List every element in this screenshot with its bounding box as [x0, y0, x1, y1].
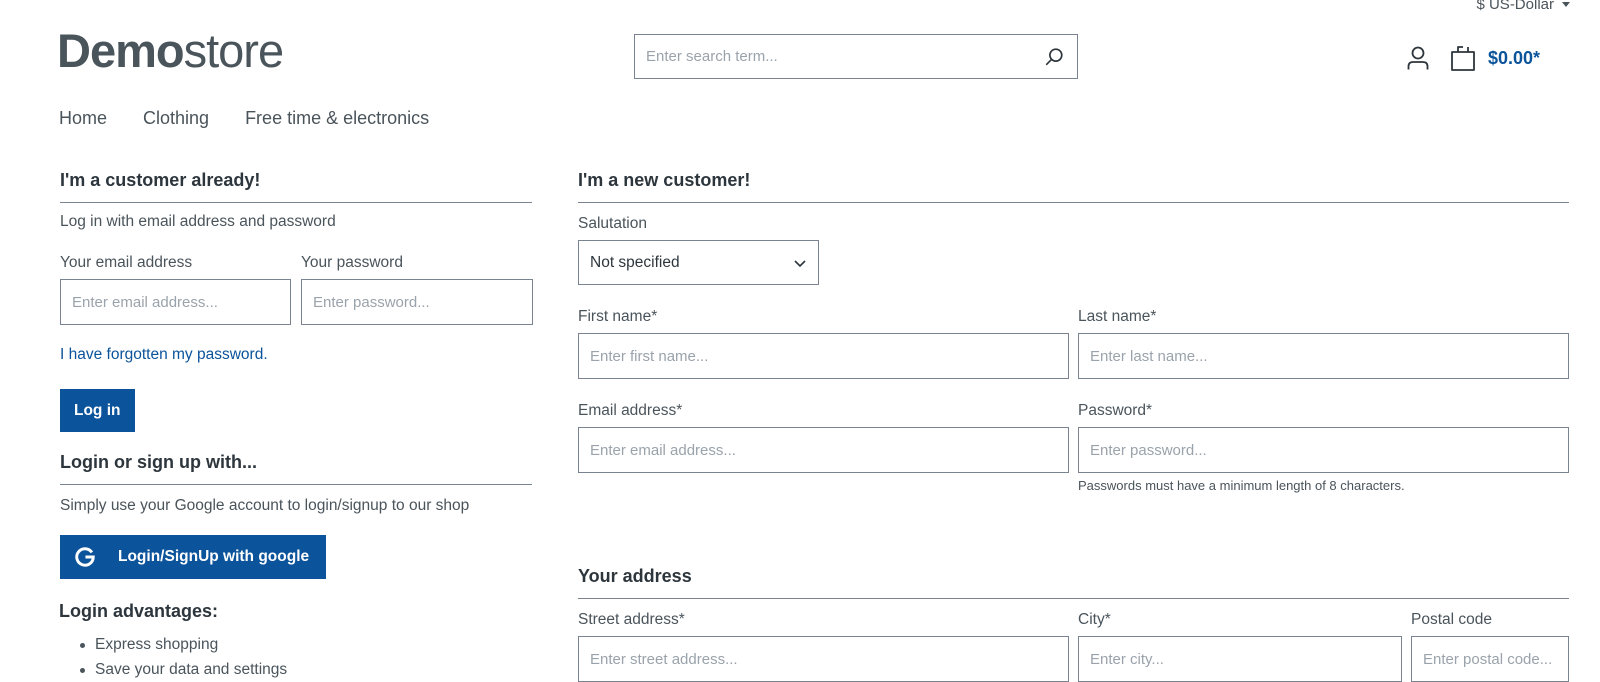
login-email-input[interactable]	[60, 279, 291, 325]
login-password-label: Your password	[301, 254, 403, 271]
first-name-group: First name*	[578, 308, 1069, 379]
advantages-list: Express shopping Save your data and sett…	[60, 636, 287, 682]
salutation-value: Not specified	[590, 253, 680, 271]
nav-item-free-time-electronics[interactable]: Free time & electronics	[245, 108, 429, 129]
header-actions: $0.00*	[1400, 40, 1540, 76]
postal-label: Postal code	[1411, 611, 1492, 628]
street-input[interactable]	[578, 636, 1069, 682]
city-label: City*	[1078, 611, 1111, 628]
register-title: I'm a new customer!	[578, 170, 1569, 203]
google-login-button[interactable]: Login/SignUp with google	[60, 535, 326, 579]
register-email-label: Email address*	[578, 402, 683, 419]
search-input[interactable]	[635, 35, 1031, 78]
cart-button[interactable]: $0.00*	[1450, 44, 1540, 72]
register-email-group: Email address*	[578, 402, 1069, 473]
address-title: Your address	[578, 566, 1569, 599]
last-name-group: Last name*	[1078, 308, 1569, 379]
main-navigation: Home Clothing Free time & electronics	[59, 108, 429, 129]
cart-total: $0.00*	[1488, 47, 1541, 68]
street-label: Street address*	[578, 611, 685, 628]
caret-down-icon	[1562, 2, 1570, 7]
social-login-title: Login or sign up with...	[60, 452, 532, 485]
salutation-select[interactable]: Not specified	[578, 240, 819, 285]
street-group: Street address*	[578, 611, 1069, 682]
last-name-input[interactable]	[1078, 333, 1569, 379]
logo-light-text: store	[183, 24, 284, 77]
postal-group: Postal code	[1411, 611, 1569, 682]
store-logo[interactable]: Demostore	[57, 24, 284, 77]
search-bar	[634, 34, 1078, 79]
login-intro: Log in with email address and password	[60, 213, 336, 230]
password-hint: Passwords must have a minimum length of …	[1078, 478, 1405, 493]
google-g-icon	[75, 547, 95, 567]
currency-switcher[interactable]: $ US-Dollar	[1476, 0, 1570, 13]
city-group: City*	[1078, 611, 1402, 682]
nav-item-clothing[interactable]: Clothing	[143, 108, 209, 129]
logo-bold-text: Demo	[57, 24, 185, 77]
login-title: I'm a customer already!	[60, 170, 532, 203]
login-password-group: Your password	[301, 254, 533, 325]
search-icon	[1045, 47, 1063, 65]
chevron-down-icon	[794, 259, 806, 267]
login-column: I'm a customer already! Log in with emai…	[59, 170, 533, 678]
login-button[interactable]: Log in	[60, 389, 135, 432]
login-email-label: Your email address	[60, 254, 193, 271]
salutation-group: Salutation Not specified	[578, 215, 819, 285]
salutation-label: Salutation	[578, 215, 647, 232]
advantages-item: Express shopping	[60, 636, 287, 654]
social-login-intro: Simply use your Google account to login/…	[60, 497, 470, 514]
register-password-input[interactable]	[1078, 427, 1569, 473]
forgot-password-link[interactable]: I have forgotten my password.	[60, 346, 268, 364]
google-login-label: Login/SignUp with google	[118, 548, 310, 565]
advantages-item: Save your data and settings	[60, 661, 287, 679]
login-email-group: Your email address	[60, 254, 291, 325]
register-password-label: Password*	[1078, 402, 1153, 419]
currency-label: $ US-Dollar	[1476, 0, 1554, 13]
first-name-input[interactable]	[578, 333, 1069, 379]
register-email-input[interactable]	[578, 427, 1069, 473]
city-input[interactable]	[1078, 636, 1402, 682]
nav-item-home[interactable]: Home	[59, 108, 107, 129]
postal-input[interactable]	[1411, 636, 1569, 682]
advantages-title: Login advantages:	[59, 601, 219, 621]
search-button[interactable]	[1031, 35, 1077, 78]
user-icon	[1407, 46, 1429, 70]
login-password-input[interactable]	[301, 279, 533, 325]
account-button[interactable]	[1400, 40, 1436, 76]
shopping-bag-icon	[1451, 46, 1475, 71]
register-column: I'm a new customer! Salutation Not speci…	[578, 170, 1569, 682]
first-name-label: First name*	[578, 308, 658, 325]
last-name-label: Last name*	[1078, 308, 1157, 325]
register-password-group: Password* Passwords must have a minimum …	[1078, 402, 1569, 493]
